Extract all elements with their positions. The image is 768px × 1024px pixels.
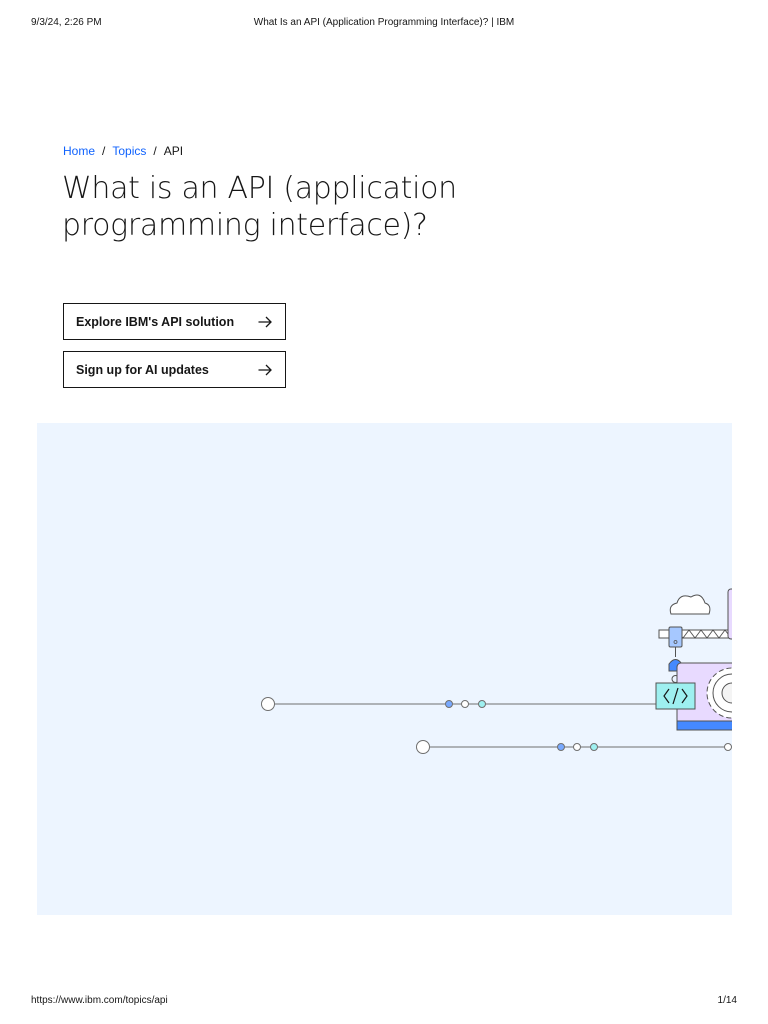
explore-api-solution-button[interactable]: Explore IBM's API solution — [63, 303, 286, 340]
breadcrumb-current: API — [163, 144, 184, 158]
code-brackets-icon — [655, 682, 696, 710]
breadcrumb-separator: / — [102, 144, 106, 158]
arrow-right-icon — [258, 316, 272, 327]
breadcrumb: Home / Topics / API — [63, 144, 183, 158]
sign-up-ai-updates-label: Sign up for AI updates — [76, 362, 209, 377]
breadcrumb-topics-link[interactable]: Topics — [112, 144, 146, 158]
upper-pipeline — [261, 697, 658, 711]
page-title: What is an API (application programming … — [62, 171, 457, 243]
breadcrumb-separator: / — [153, 144, 157, 158]
cloud-icon — [669, 594, 711, 615]
print-url: https://www.ibm.com/topics/api — [31, 995, 168, 1006]
print-page-number: 1/14 — [717, 995, 737, 1006]
arrow-right-icon — [258, 364, 272, 375]
hero-illustration — [37, 423, 732, 915]
breadcrumb-home-link[interactable]: Home — [63, 144, 95, 158]
sign-up-ai-updates-button[interactable]: Sign up for AI updates — [63, 351, 286, 388]
print-footer: https://www.ibm.com/topics/api 1/14 — [0, 995, 768, 1009]
lower-pipeline — [416, 740, 732, 754]
explore-api-solution-label: Explore IBM's API solution — [76, 314, 235, 329]
print-document-title: What Is an API (Application Programming … — [253, 17, 515, 28]
print-header: 9/3/24, 2:26 PM What Is an API (Applicat… — [0, 17, 768, 31]
api-illustration — [261, 588, 732, 754]
